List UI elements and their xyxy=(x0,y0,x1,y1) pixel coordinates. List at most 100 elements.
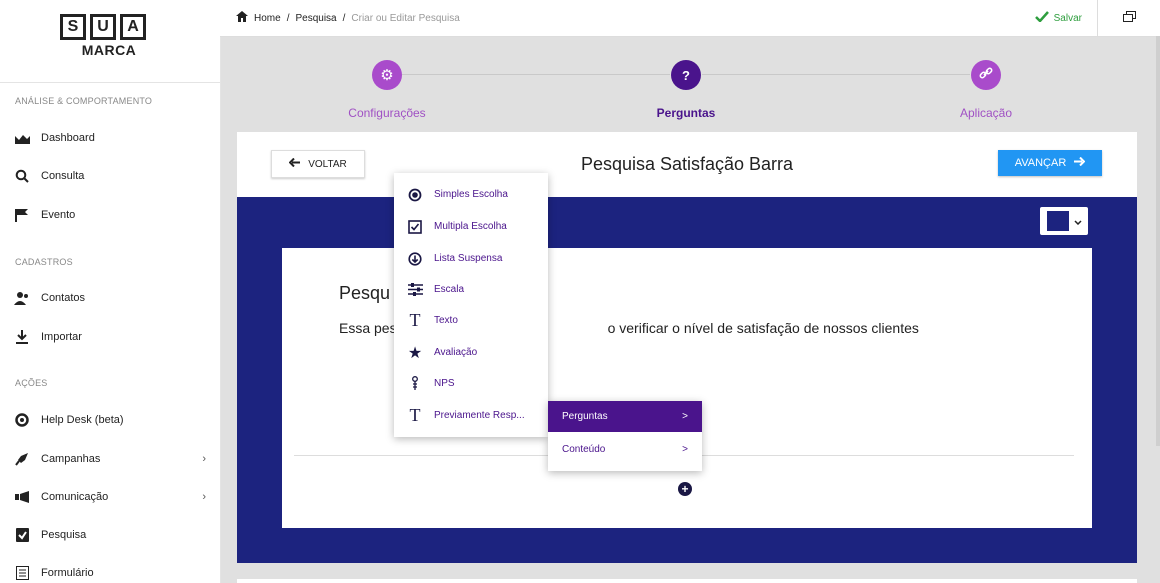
menu-item-label: Lista Suspensa xyxy=(434,253,503,264)
menu-item-label: Multipla Escolha xyxy=(434,221,507,232)
checklist-icon xyxy=(14,527,30,543)
breadcrumb-home[interactable]: Home xyxy=(254,13,281,24)
window-toggle-button[interactable] xyxy=(1097,0,1160,36)
link-icon xyxy=(979,66,993,85)
next-button[interactable]: AVANÇAR xyxy=(998,150,1102,176)
sidebar-item-label: Consulta xyxy=(41,170,85,182)
step-connector xyxy=(702,74,970,75)
logo-letter: S xyxy=(60,14,86,40)
menu-item-label: Texto xyxy=(434,315,458,326)
sidebar-item-label: Contatos xyxy=(41,292,86,304)
divider xyxy=(0,82,220,83)
step-connector xyxy=(402,74,670,75)
menu-item-label: Avaliação xyxy=(434,347,478,358)
search-icon xyxy=(14,168,30,184)
sliders-icon xyxy=(406,281,424,299)
sidebar-item-contatos[interactable]: Contatos xyxy=(14,288,206,308)
save-label: Salvar xyxy=(1053,12,1082,24)
sidebar-item-label: Campanhas xyxy=(41,453,101,465)
sidebar-item-importar[interactable]: Importar xyxy=(14,327,206,347)
chevron-down-icon xyxy=(1073,212,1082,230)
sidebar-item-campanhas[interactable]: Campanhas › xyxy=(14,449,206,469)
menu-item-texto[interactable]: T Texto xyxy=(394,305,548,336)
menu-item-label: NPS xyxy=(434,378,455,389)
sidebar-item-label: Comunicação xyxy=(41,491,109,503)
menu-item-previamente-respondida[interactable]: T Previamente Resp... xyxy=(394,400,548,431)
menu-item-simples-escolha[interactable]: Simples Escolha xyxy=(394,179,548,210)
add-question-button[interactable]: + xyxy=(678,482,692,496)
radio-icon xyxy=(406,186,424,204)
step-aplicacao[interactable] xyxy=(971,60,1001,90)
arrow-right-icon xyxy=(1074,156,1086,169)
section-cadastros: CADASTROS xyxy=(15,257,73,267)
star-icon: ★ xyxy=(407,344,423,362)
sidebar-item-help-desk[interactable]: Help Desk (beta) xyxy=(14,410,206,430)
survey-title[interactable]: Pesqu xyxy=(339,283,390,304)
menu-item-nps[interactable]: NPS xyxy=(394,368,548,399)
top-bar: Home / Pesquisa / Criar ou Editar Pesqui… xyxy=(220,0,1160,37)
step-configuracoes[interactable]: ⚙ xyxy=(372,60,402,90)
sidebar-item-label: Dashboard xyxy=(41,132,95,144)
breadcrumb-separator: / xyxy=(342,12,346,24)
next-card-edge xyxy=(237,579,1137,583)
sidebar-item-formulario[interactable]: Formulário xyxy=(14,563,206,583)
sidebar-item-pesquisa[interactable]: Pesquisa xyxy=(14,525,206,545)
sidebar-item-evento[interactable]: Evento xyxy=(14,205,206,225)
menu-item-label: Escala xyxy=(434,284,465,295)
survey-canvas: Pesqu Essa pes o verificar o nível de sat… xyxy=(237,197,1137,563)
text-icon: T xyxy=(409,405,421,425)
submenu-item-label: Perguntas xyxy=(562,411,608,422)
home-icon[interactable] xyxy=(236,11,248,25)
submenu-item-perguntas[interactable]: Perguntas > xyxy=(548,401,702,432)
save-button[interactable]: Salvar xyxy=(1034,11,1082,25)
logo-word: MARCA xyxy=(81,42,137,58)
menu-item-label: Simples Escolha xyxy=(434,189,508,200)
step-label-aplicacao[interactable]: Aplicação xyxy=(916,106,1056,120)
dropdown-circle-icon xyxy=(406,250,424,268)
scrollbar[interactable] xyxy=(1156,36,1160,446)
contacts-icon xyxy=(14,290,30,306)
sidebar-item-label: Pesquisa xyxy=(41,529,87,541)
add-content-menu: Perguntas > Conteúdo > xyxy=(548,401,702,471)
menu-item-multipla-escolha[interactable]: Multipla Escolha xyxy=(394,211,548,242)
step-perguntas[interactable]: ? xyxy=(671,60,701,90)
breadcrumb: Home / Pesquisa / Criar ou Editar Pesqui… xyxy=(236,11,460,25)
brand-logo[interactable]: S U A MARCA xyxy=(60,14,158,58)
flag-icon xyxy=(14,207,30,223)
color-swatch xyxy=(1046,211,1069,231)
description-end: o verificar o nível de satisfação de nos… xyxy=(607,320,919,336)
sidebar-item-label: Formulário xyxy=(41,567,94,579)
color-picker[interactable] xyxy=(1040,207,1088,235)
gear-icon: ⚙ xyxy=(380,67,394,84)
plus-icon: + xyxy=(681,482,689,496)
sidebar-item-comunicacao[interactable]: Comunicação › xyxy=(14,487,206,507)
rocket-icon xyxy=(14,451,30,467)
text-icon: T xyxy=(409,310,421,330)
question-icon: ? xyxy=(682,67,690,83)
logo-letter: U xyxy=(90,14,116,40)
checkbox-icon xyxy=(406,218,424,236)
description-start: Essa pes xyxy=(339,320,397,336)
submenu-item-conteudo[interactable]: Conteúdo > xyxy=(548,434,702,465)
menu-item-escala[interactable]: Escala xyxy=(394,274,548,305)
sidebar-item-dashboard[interactable]: Dashboard xyxy=(14,128,206,148)
chevron-right-icon: > xyxy=(682,411,688,422)
breadcrumb-pesquisa[interactable]: Pesquisa xyxy=(295,13,336,24)
import-icon xyxy=(14,329,30,345)
step-label-perguntas[interactable]: Perguntas xyxy=(616,106,756,120)
menu-item-lista-suspensa[interactable]: Lista Suspensa xyxy=(394,243,548,274)
sidebar-item-consulta[interactable]: Consulta xyxy=(14,166,206,186)
lifebuoy-icon xyxy=(14,412,30,428)
megaphone-icon xyxy=(14,489,30,505)
breadcrumb-current: Criar ou Editar Pesquisa xyxy=(351,12,460,24)
survey-header: VOLTAR Pesquisa Satisfação Barra AVANÇAR xyxy=(237,132,1137,198)
question-type-menu: Simples Escolha Multipla Escolha Lista S… xyxy=(394,173,548,437)
window-icon xyxy=(1122,9,1136,27)
step-label-configuracoes[interactable]: Configurações xyxy=(317,106,457,120)
menu-item-avaliacao[interactable]: ★ Avaliação xyxy=(394,337,548,368)
menu-item-label: Previamente Resp... xyxy=(434,410,525,421)
logo-letter: A xyxy=(120,14,146,40)
submenu-item-label: Conteúdo xyxy=(562,444,606,455)
breadcrumb-separator: / xyxy=(286,12,290,24)
sidebar: S U A MARCA ANÁLISE & COMPORTAMENTO Dash… xyxy=(0,0,221,583)
